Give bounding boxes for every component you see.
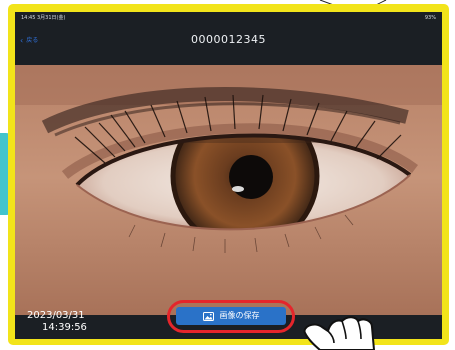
save-image-label: 画像の保存 <box>219 311 260 320</box>
eye-photo <box>15 65 442 315</box>
pointing-hand-icon <box>303 316 375 350</box>
capture-time: 14:39:56 <box>42 322 87 333</box>
capture-date: 2023/03/31 <box>27 310 85 321</box>
battery-level: 93% <box>424 15 436 21</box>
navigation-bar: ‹ 戻る 0000012345 <box>15 25 442 65</box>
capture-datetime: 2023/03/31 14:39:56 <box>27 310 117 334</box>
device-screen: 14:45 3月31日(金) 93% ‹ 戻る 0000012345 2023/… <box>15 12 442 339</box>
status-time: 14:45 3月31日(金) <box>21 15 66 21</box>
image-icon <box>202 311 214 321</box>
record-id-title: 0000012345 <box>191 33 266 46</box>
save-image-button[interactable]: 画像の保存 <box>176 307 286 325</box>
status-bar: 14:45 3月31日(金) 93% <box>15 12 442 25</box>
